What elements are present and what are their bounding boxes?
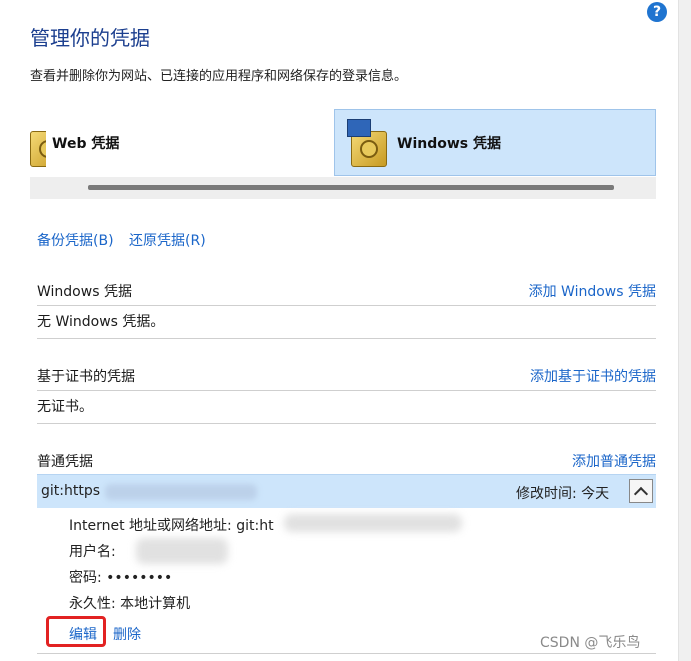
page-description: 查看并删除你为网站、已连接的应用程序和网络保存的登录信息。 (30, 69, 408, 84)
tab-windows-credentials[interactable]: Windows 凭据 (334, 109, 656, 176)
credential-username: 用户名: (69, 544, 116, 560)
vault-icon (26, 119, 46, 167)
edit-credential-link[interactable]: 编辑 (69, 624, 97, 644)
tab-web-credentials[interactable]: Web 凭据 (30, 109, 330, 176)
collapse-button[interactable] (629, 479, 653, 503)
chevron-up-icon (633, 486, 649, 501)
divider (37, 653, 656, 654)
section-title: Windows 凭据 (37, 284, 132, 300)
credential-modified: 修改时间: 今天 (516, 486, 610, 502)
scrollbar[interactable] (678, 0, 691, 661)
credential-name: git:https (41, 483, 101, 499)
page-title: 管理你的凭据 (30, 26, 150, 50)
vault-monitor-icon (347, 118, 391, 167)
backup-credentials-link[interactable]: 备份凭据(B) (37, 230, 114, 250)
tab-windows-label: Windows 凭据 (397, 135, 501, 152)
add-certificate-credential-link[interactable]: 添加基于证书的凭据 (530, 366, 656, 386)
restore-credentials-link[interactable]: 还原凭据(R) (129, 230, 206, 250)
credential-persistence: 永久性: 本地计算机 (69, 596, 191, 612)
redacted-blur (105, 484, 257, 500)
windows-credentials-header: Windows 凭据 添加 Windows 凭据 (37, 279, 656, 306)
credential-address: Internet 地址或网络地址: git:ht (69, 518, 274, 534)
certificate-credentials-header: 基于证书的凭据 添加基于证书的凭据 (37, 364, 656, 391)
tab-scroll-thumb[interactable] (88, 185, 614, 190)
windows-credentials-empty: 无 Windows 凭据。 (37, 306, 656, 339)
redacted-blur (136, 538, 228, 564)
tab-web-label: Web 凭据 (52, 135, 120, 152)
add-generic-credential-link[interactable]: 添加普通凭据 (572, 451, 656, 471)
credential-row[interactable]: git:https 修改时间: 今天 (37, 474, 656, 508)
credential-password: 密码: •••••••• (69, 570, 173, 586)
section-title: 普通凭据 (37, 454, 93, 470)
generic-credentials-header: 普通凭据 添加普通凭据 (37, 449, 656, 475)
add-windows-credential-link[interactable]: 添加 Windows 凭据 (529, 281, 656, 301)
delete-credential-link[interactable]: 删除 (113, 624, 141, 644)
help-icon[interactable]: ? (647, 2, 667, 22)
watermark: CSDN @飞乐鸟 (540, 635, 641, 651)
certificate-credentials-empty: 无证书。 (37, 391, 656, 424)
section-title: 基于证书的凭据 (37, 369, 135, 385)
redacted-blur (284, 514, 462, 532)
